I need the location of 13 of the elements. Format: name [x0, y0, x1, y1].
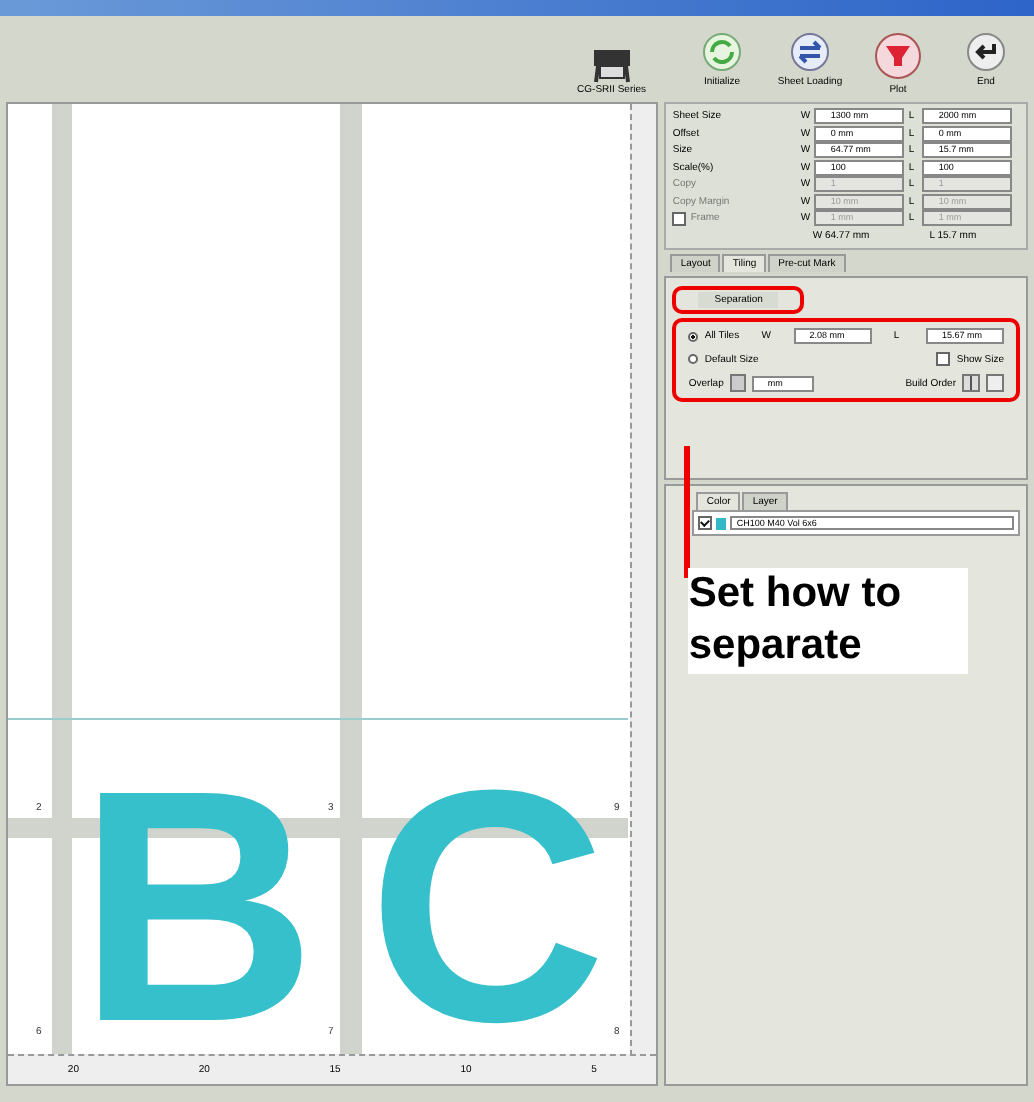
radio-button[interactable]	[688, 354, 699, 364]
swap-arrows-icon	[790, 32, 830, 72]
plotter-icon	[589, 48, 634, 84]
checkbox[interactable]	[698, 516, 713, 530]
radio-button[interactable]	[688, 331, 699, 341]
plot-icon	[874, 32, 922, 80]
artwork-letter: B	[78, 784, 317, 1029]
refresh-icon	[702, 32, 742, 72]
checkbox[interactable]	[936, 352, 951, 366]
callout-line	[684, 446, 691, 578]
artwork-letter: C	[368, 784, 607, 1029]
callout-text: Set how to separate	[688, 568, 969, 673]
grid-order-icon[interactable]	[962, 374, 980, 392]
